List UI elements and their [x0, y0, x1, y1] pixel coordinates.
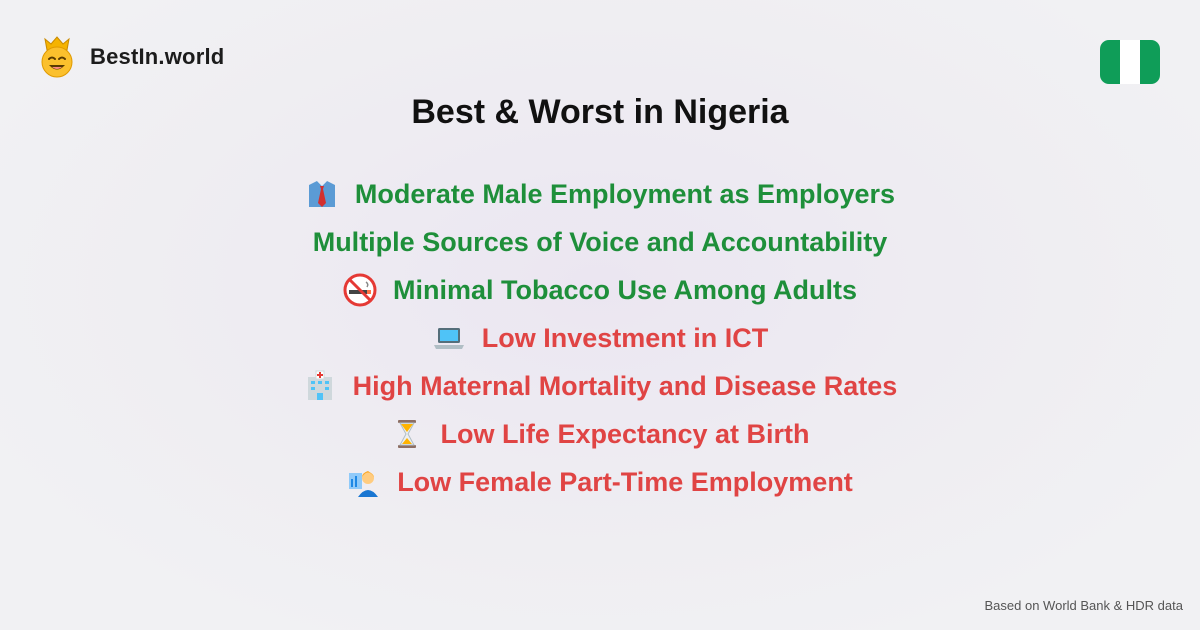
brand[interactable]: BestIn.world — [38, 36, 224, 78]
list-item[interactable]: Multiple Sources of Voice and Accountabi… — [0, 218, 1200, 266]
item-label: Multiple Sources of Voice and Accountabi… — [312, 226, 888, 257]
nigeria-flag-icon — [1100, 40, 1160, 84]
laptop-icon — [432, 321, 466, 355]
no-smoking-icon — [343, 273, 377, 307]
item-label: Minimal Tobacco Use Among Adults — [392, 274, 858, 305]
flag-stripe-left — [1100, 40, 1120, 84]
list-item[interactable]: Low Life Expectancy at Birth — [0, 410, 1200, 458]
item-label: Moderate Male Employment as Employers — [354, 178, 896, 209]
best-worst-list: Moderate Male Employment as Employers Mu… — [0, 170, 1200, 506]
crowned-smiley-icon — [41, 36, 73, 78]
item-label: Low Investment in ICT — [481, 322, 769, 353]
hospital-icon — [303, 369, 337, 403]
list-item[interactable]: High Maternal Mortality and Disease Rate… — [0, 362, 1200, 410]
necktie-shirt-icon — [305, 177, 339, 211]
flag-stripe-right — [1140, 40, 1160, 84]
footer-note: Based on World Bank & HDR data — [984, 598, 1183, 613]
list-item[interactable]: Low Female Part-Time Employment — [0, 458, 1200, 506]
woman-office-worker-icon — [347, 465, 381, 499]
list-item[interactable]: Minimal Tobacco Use Among Adults — [0, 266, 1200, 314]
brand-name: BestIn.world — [90, 44, 225, 69]
list-item[interactable]: Moderate Male Employment as Employers — [0, 170, 1200, 218]
flag-stripe-middle — [1120, 40, 1140, 84]
list-item[interactable]: Low Investment in ICT — [0, 314, 1200, 362]
hourglass-icon — [390, 417, 424, 451]
item-label: High Maternal Mortality and Disease Rate… — [352, 370, 898, 401]
item-label: Low Female Part-Time Employment — [397, 466, 853, 497]
item-label: Low Life Expectancy at Birth — [440, 418, 810, 449]
page-title: Best & Worst in Nigeria — [411, 93, 789, 131]
